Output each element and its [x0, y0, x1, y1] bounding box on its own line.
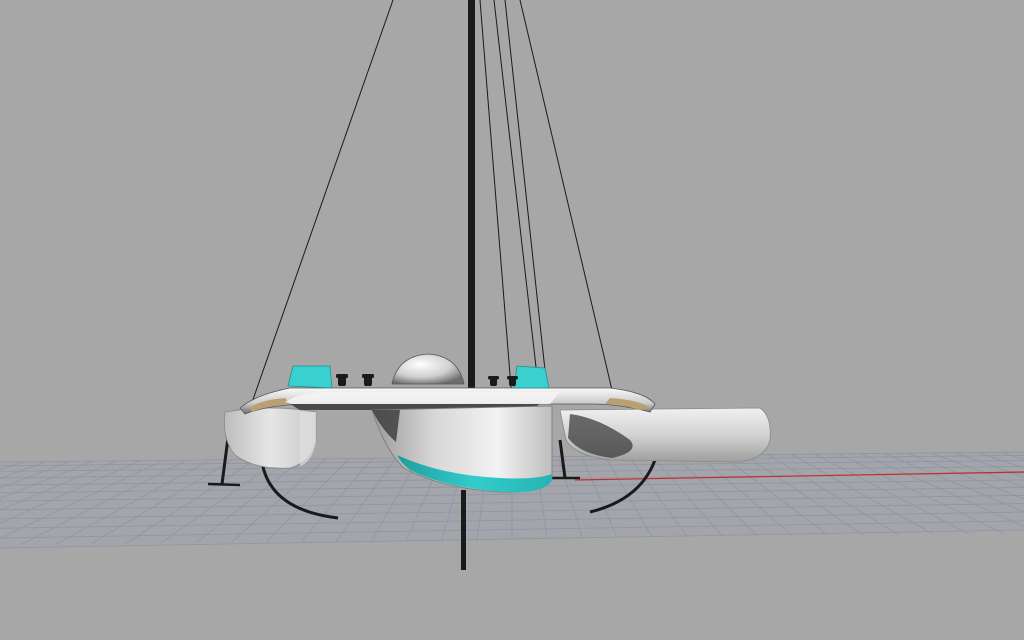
scene-canvas[interactable] — [0, 0, 1024, 640]
seat-left-icon — [287, 365, 333, 389]
mast-icon — [468, 0, 475, 390]
rigging-stays-icon — [249, 0, 613, 409]
3d-viewport[interactable] — [0, 0, 1024, 640]
seat-right-icon — [513, 365, 550, 389]
daggerboard-icon — [461, 490, 466, 570]
cockpit-dome-icon — [391, 353, 465, 385]
